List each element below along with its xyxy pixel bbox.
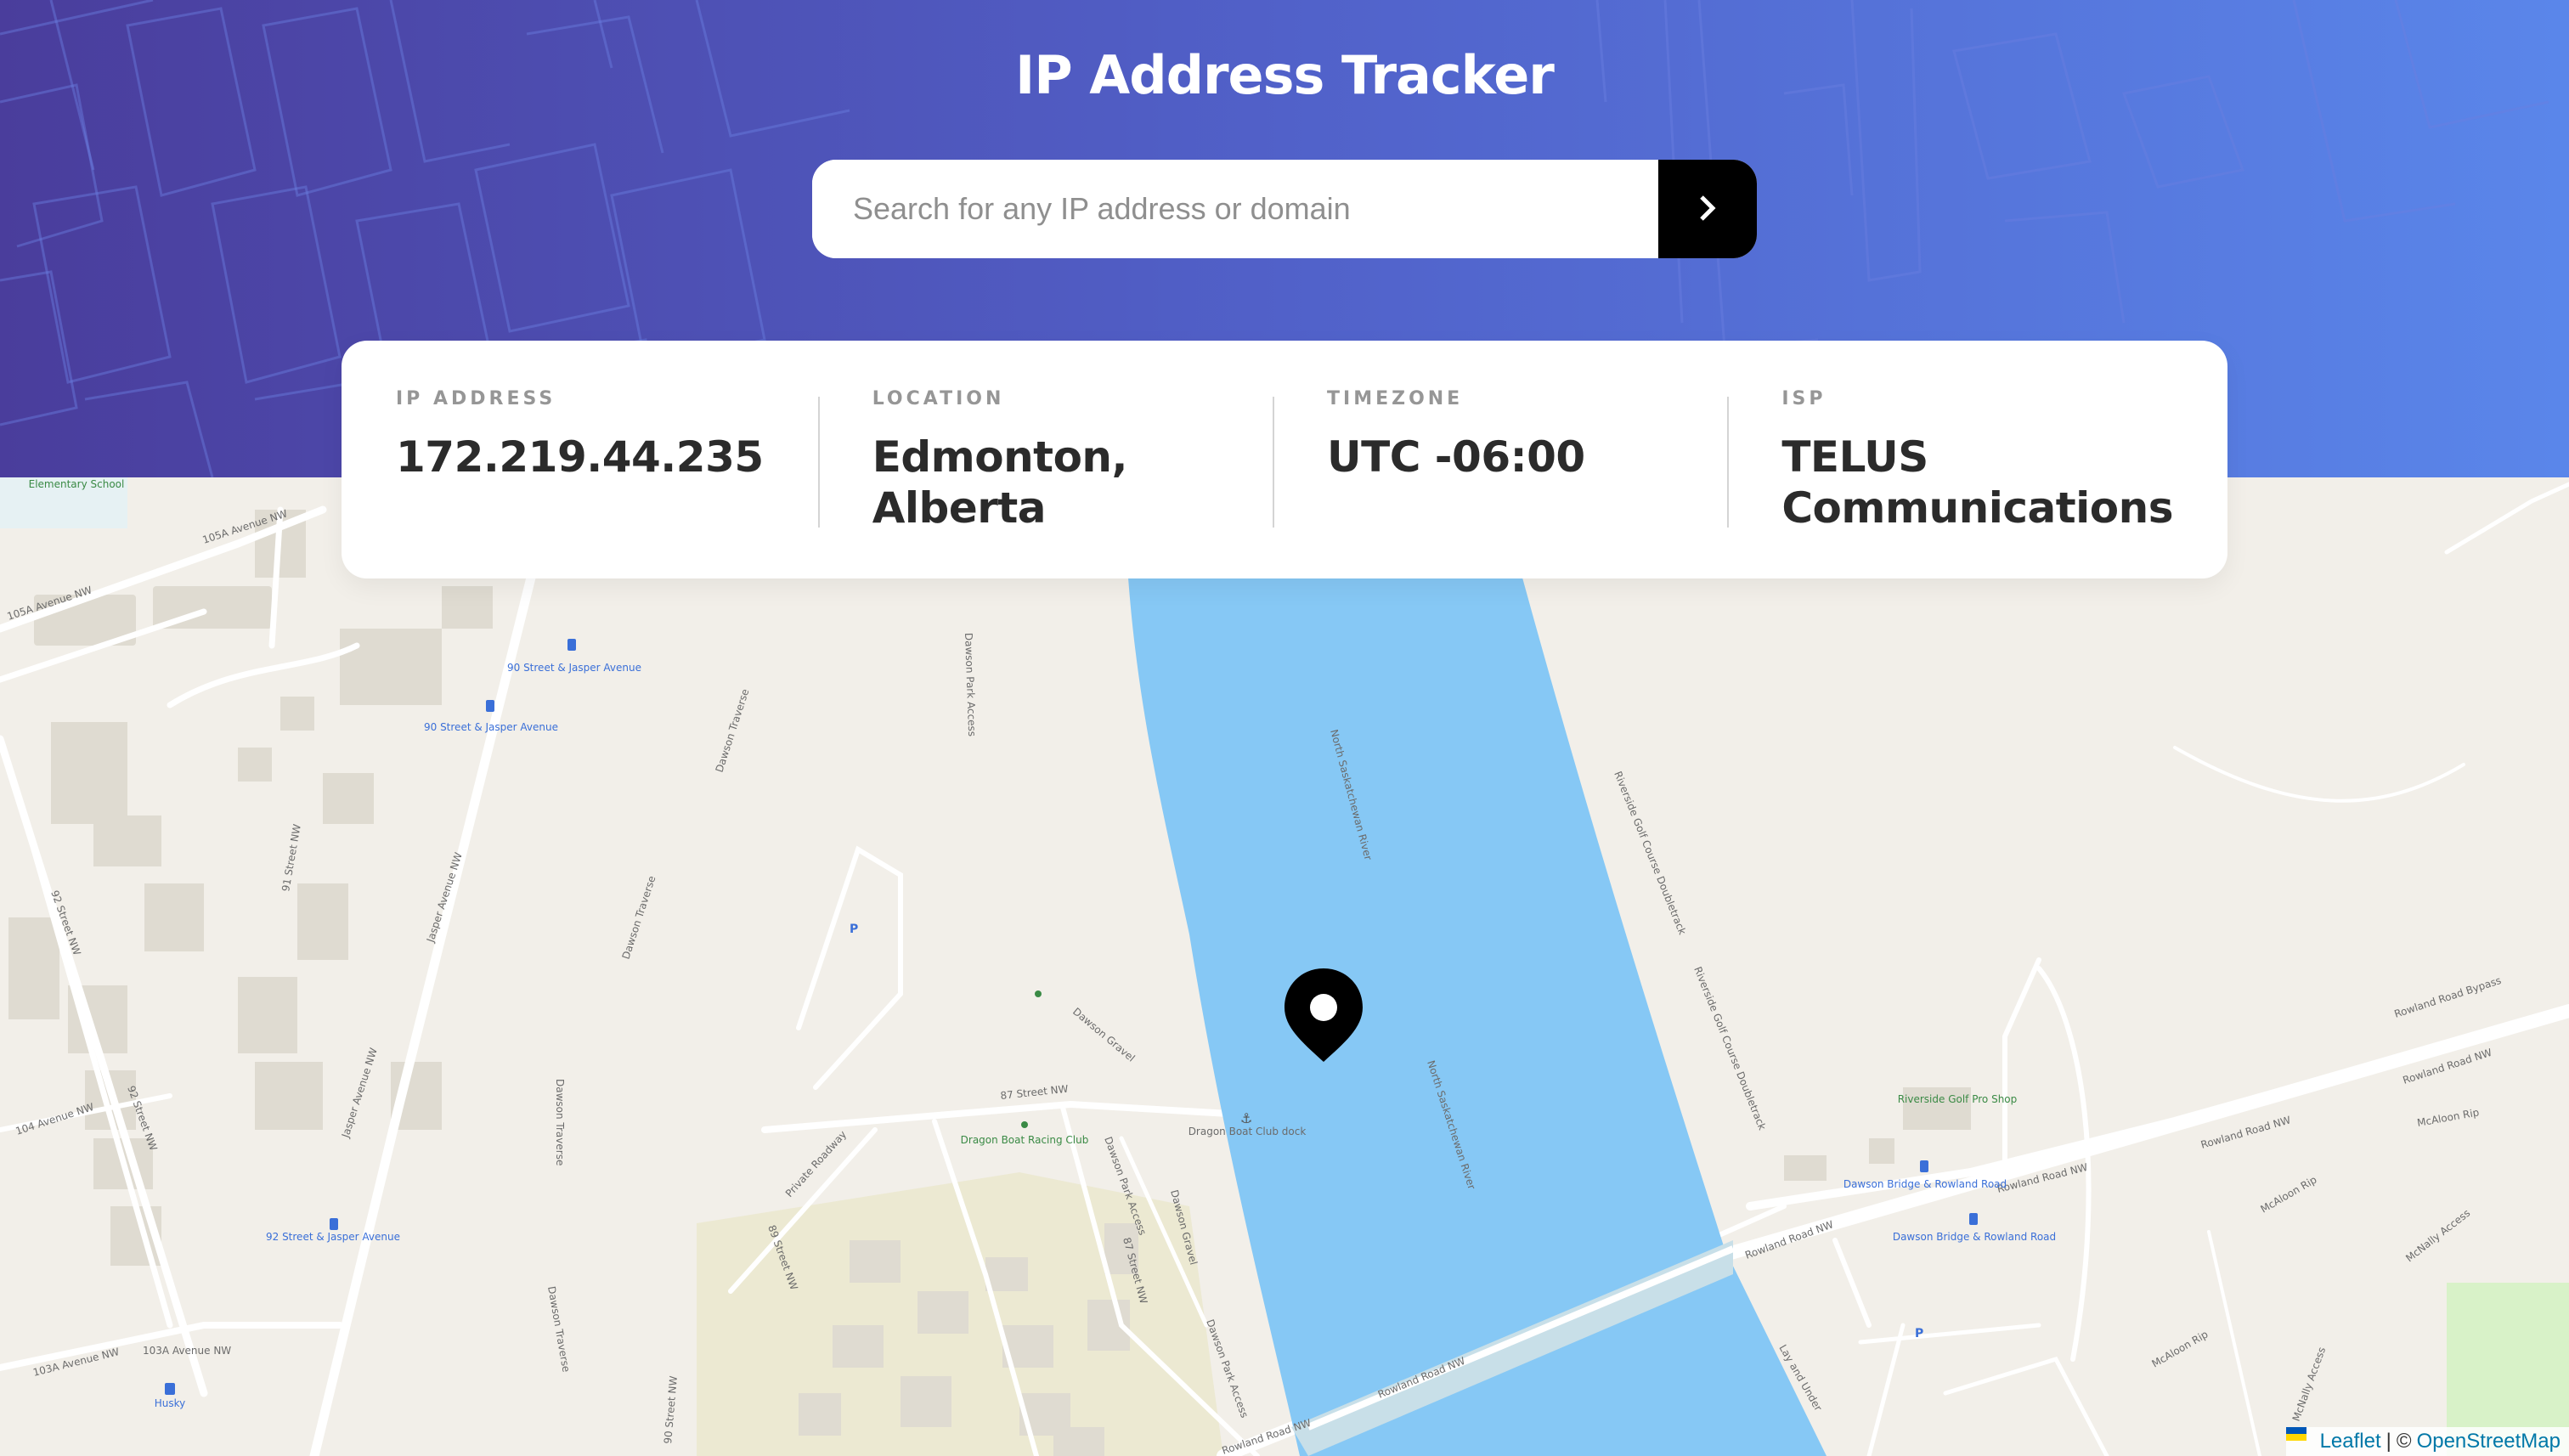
isp-label: ISP xyxy=(1781,388,1827,409)
map-label-boat-dock: Dragon Boat Club dock xyxy=(1189,1126,1307,1137)
timezone-section: TIMEZONE UTC -06:00 xyxy=(1273,385,1727,578)
map-label-stop-90-2: 90 Street & Jasper Avenue xyxy=(424,721,558,733)
search-bar xyxy=(812,160,1757,258)
bus-stop-icon xyxy=(567,639,576,651)
timezone-label: TIMEZONE xyxy=(1327,388,1464,409)
map-label-husky: Husky xyxy=(155,1397,186,1409)
search-submit-button[interactable] xyxy=(1658,160,1757,258)
map-label-school: Elementary School xyxy=(29,478,125,490)
map-label-stop-90-1: 90 Street & Jasper Avenue xyxy=(507,662,641,674)
map-label-dawson-bridge-2: Dawson Bridge & Rowland Road xyxy=(1893,1231,2056,1243)
park-poi-icon xyxy=(1021,1121,1028,1128)
location-label: LOCATION xyxy=(872,388,1005,409)
leaflet-link[interactable]: Leaflet xyxy=(2320,1430,2381,1453)
chevron-right-icon xyxy=(1698,195,1717,224)
isp-value: TELUS Communications xyxy=(1781,432,2174,533)
ip-info-card: IP ADDRESS 172.219.44.235 LOCATION Edmon… xyxy=(342,341,2227,578)
bus-stop-icon xyxy=(1969,1213,1978,1225)
ip-address-section: IP ADDRESS 172.219.44.235 xyxy=(342,385,818,578)
map-label-dawson-traverse-3: Dawson Traverse xyxy=(554,1079,566,1165)
location-section: LOCATION Edmonton, Alberta xyxy=(817,385,1273,578)
attribution-separator: | xyxy=(2386,1430,2391,1453)
map-label-boat-club: Dragon Boat Racing Club xyxy=(961,1134,1089,1146)
map-label-103a-2: 103A Avenue NW xyxy=(143,1345,231,1357)
bus-stop-icon xyxy=(330,1218,338,1230)
bus-stop-icon xyxy=(486,700,494,712)
anchor-icon: ⚓ xyxy=(1240,1110,1252,1126)
bus-stop-icon xyxy=(1920,1160,1928,1172)
map-label-dawson-bridge-1: Dawson Bridge & Rowland Road xyxy=(1843,1178,2007,1190)
isp-section: ISP TELUS Communications xyxy=(1727,385,2227,578)
copyright-symbol: © xyxy=(2396,1430,2412,1453)
ukraine-flag-icon xyxy=(2285,1427,2315,1448)
location-value: Edmonton, Alberta xyxy=(872,432,1128,533)
map-label-golf-shop: Riverside Golf Pro Shop xyxy=(1898,1093,2018,1105)
ip-address-label: IP ADDRESS xyxy=(396,388,556,409)
search-input[interactable] xyxy=(812,160,1658,258)
map-attribution: Leaflet | © OpenStreetMap xyxy=(2285,1427,2569,1456)
map-label-stop-92: 92 Street & Jasper Avenue xyxy=(266,1231,400,1243)
location-marker-icon[interactable] xyxy=(1283,967,1364,1064)
fuel-icon xyxy=(165,1383,175,1395)
openstreetmap-link[interactable]: OpenStreetMap xyxy=(2417,1430,2561,1453)
park-poi-icon xyxy=(1035,990,1042,997)
parking-icon: P xyxy=(850,923,858,936)
ip-address-value: 172.219.44.235 xyxy=(396,432,764,482)
page-title: IP Address Tracker xyxy=(1015,44,1555,106)
parking-icon: P xyxy=(1915,1327,1923,1340)
timezone-value: UTC -06:00 xyxy=(1327,432,1585,482)
